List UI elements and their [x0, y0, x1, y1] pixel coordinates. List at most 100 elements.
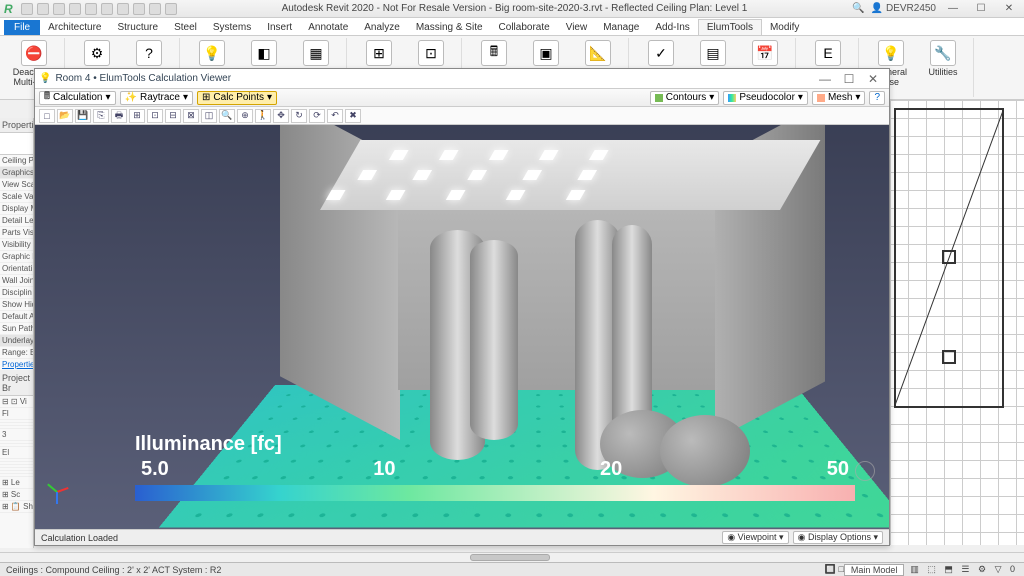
tool-print[interactable]: 🖶 [111, 109, 127, 123]
tab-systems[interactable]: Systems [205, 20, 259, 35]
tab-manage[interactable]: Manage [595, 20, 647, 35]
viewer-status-text: Calculation Loaded [41, 533, 118, 543]
tab-view[interactable]: View [558, 20, 596, 35]
tab-massing[interactable]: Massing & Site [408, 20, 491, 35]
bulb-icon: 💡 [199, 40, 225, 66]
legend-tick: 5.0 [141, 458, 169, 481]
viewer-title: Room 4 • ElumTools Calculation Viewer [55, 73, 231, 84]
add-points-icon: ⊞ [366, 40, 392, 66]
maximize-button[interactable]: ☐ [970, 3, 992, 14]
mesh-menu[interactable]: Mesh ▾ [812, 91, 865, 105]
color-legend: Illuminance [fc] 5.0 10 20 50 [135, 433, 855, 501]
tab-steel[interactable]: Steel [166, 20, 205, 35]
raytrace-menu[interactable]: ✨ Raytrace ▾ [120, 91, 194, 105]
tool-save[interactable]: 💾 [75, 109, 91, 123]
view-icon: ▣ [533, 40, 559, 66]
viewer-close-button[interactable]: ✕ [861, 72, 885, 86]
tool-orbit[interactable]: ↻ [291, 109, 307, 123]
tool-d[interactable]: ⊠ [183, 109, 199, 123]
calculator-icon: 🖩 [481, 40, 507, 66]
user-chip[interactable]: 👤 DEVR2450 [871, 3, 936, 14]
tool-new[interactable]: □ [39, 109, 55, 123]
results-icon: ✓ [648, 40, 674, 66]
properties-header: Properties [0, 118, 33, 133]
compass-icon[interactable] [855, 461, 875, 481]
tool-b[interactable]: ⊡ [147, 109, 163, 123]
contours-menu[interactable]: Contours ▾ [650, 91, 720, 105]
close-button[interactable]: ✕ [998, 3, 1020, 14]
room-geometry [320, 140, 780, 470]
utilities-icon: 🔧 [930, 40, 956, 66]
tool-walk[interactable]: 🚶 [255, 109, 271, 123]
viewer-titlebar[interactable]: 💡 Room 4 • ElumTools Calculation Viewer … [35, 69, 889, 89]
tab-collaborate[interactable]: Collaborate [491, 20, 558, 35]
render-icon: ▤ [700, 40, 726, 66]
tool-copy[interactable]: ⎘ [93, 109, 109, 123]
deactivate-icon: ⛔ [21, 40, 47, 66]
tab-architecture[interactable]: Architecture [40, 20, 109, 35]
legend-title: Illuminance [fc] [135, 433, 855, 456]
legend-tick: 20 [600, 458, 622, 481]
window-title: Autodesk Revit 2020 - Not For Resale Ver… [177, 3, 853, 14]
display-options-menu[interactable]: ◉ Display Options ▾ [793, 531, 883, 544]
pseudocolor-menu[interactable]: Pseudocolor ▾ [723, 91, 808, 105]
viewer-statusbar: Calculation Loaded ◉ Viewpoint ▾ ◉ Displ… [35, 529, 889, 545]
viewpoint-menu[interactable]: ◉ Viewpoint ▾ [722, 531, 788, 544]
axis-gizmo[interactable] [43, 477, 71, 505]
main-model-dropdown[interactable]: Main Model [844, 564, 905, 576]
gear-icon: ⚙ [84, 40, 110, 66]
legend-gradient [135, 485, 855, 501]
horizontal-scrollbar[interactable] [0, 552, 1024, 562]
status-extra-icons[interactable]: ▥ ⬚ ⬒ ☰ ⚙ ▽ 0 [910, 564, 1018, 575]
tool-open[interactable]: 📂 [57, 109, 73, 123]
tool-x[interactable]: ✖ [345, 109, 361, 123]
tool-undo[interactable]: ↶ [327, 109, 343, 123]
tab-modify[interactable]: Modify [762, 20, 807, 35]
tool-e[interactable]: ◫ [201, 109, 217, 123]
utilities-button[interactable]: 🔧Utilities [919, 38, 967, 88]
legend-tick: 10 [373, 458, 395, 481]
file-tab[interactable]: File [4, 20, 40, 35]
calculation-viewer-window: 💡 Room 4 • ElumTools Calculation Viewer … [34, 68, 890, 546]
status-bar: Ceilings : Compound Ceiling : 2' x 2' AC… [0, 562, 1024, 576]
database-icon: ◧ [251, 40, 277, 66]
illuminance-icon: E [815, 40, 841, 66]
help-icon: ? [136, 40, 162, 66]
tool-refresh[interactable]: ⟳ [309, 109, 325, 123]
legend-tick: 50 [827, 458, 849, 481]
tab-structure[interactable]: Structure [109, 20, 166, 35]
calculation-menu[interactable]: 🖩 Calculation ▾ [39, 91, 116, 105]
viewer-icon: 💡 [39, 73, 51, 84]
search-hint[interactable]: 🔍 [852, 3, 864, 14]
calcpoints-menu[interactable]: ⊞ Calc Points ▾ [197, 91, 277, 105]
tool-zoom[interactable]: 🔍 [219, 109, 235, 123]
status-icons[interactable]: 🔲 □ [825, 564, 844, 575]
general-icon: 💡 [878, 40, 904, 66]
tab-addins[interactable]: Add-Ins [647, 20, 697, 35]
render-canvas[interactable]: Illuminance [fc] 5.0 10 20 50 [35, 125, 889, 529]
edit-points-icon: ⊡ [418, 40, 444, 66]
app-logo: R [4, 2, 13, 16]
viewer-maximize-button[interactable]: ☐ [837, 72, 861, 86]
tab-insert[interactable]: Insert [259, 20, 300, 35]
tab-annotate[interactable]: Annotate [300, 20, 356, 35]
minimize-button[interactable]: — [942, 3, 964, 14]
tab-analyze[interactable]: Analyze [356, 20, 408, 35]
layout-icon: 📐 [585, 40, 611, 66]
scroll-thumb[interactable] [470, 554, 550, 561]
viewer-toolbar: □ 📂 💾 ⎘ 🖶 ⊞ ⊡ ⊟ ⊠ ◫ 🔍 ⊕ 🚶 ✥ ↻ ⟳ ↶ ✖ [35, 107, 889, 125]
tab-elumtools[interactable]: ElumTools [698, 19, 762, 35]
plan-view[interactable] [890, 100, 1024, 545]
project-browser-header: Project Br [0, 371, 33, 396]
tool-c[interactable]: ⊟ [165, 109, 181, 123]
viewer-menubar: 🖩 Calculation ▾ ✨ Raytrace ▾ ⊞ Calc Poin… [35, 89, 889, 107]
properties-help-link[interactable]: Properties [0, 359, 33, 371]
quick-access-toolbar[interactable] [21, 3, 177, 15]
viewer-minimize-button[interactable]: — [813, 72, 837, 86]
tool-pan[interactable]: ✥ [273, 109, 289, 123]
tool-a[interactable]: ⊞ [129, 109, 145, 123]
tool-fit[interactable]: ⊕ [237, 109, 253, 123]
selection-status: Ceilings : Compound Ceiling : 2' x 2' AC… [6, 565, 221, 575]
ribbon-tabs: File Architecture Structure Steel System… [0, 18, 1024, 36]
viewer-help-button[interactable]: ? [869, 91, 885, 105]
